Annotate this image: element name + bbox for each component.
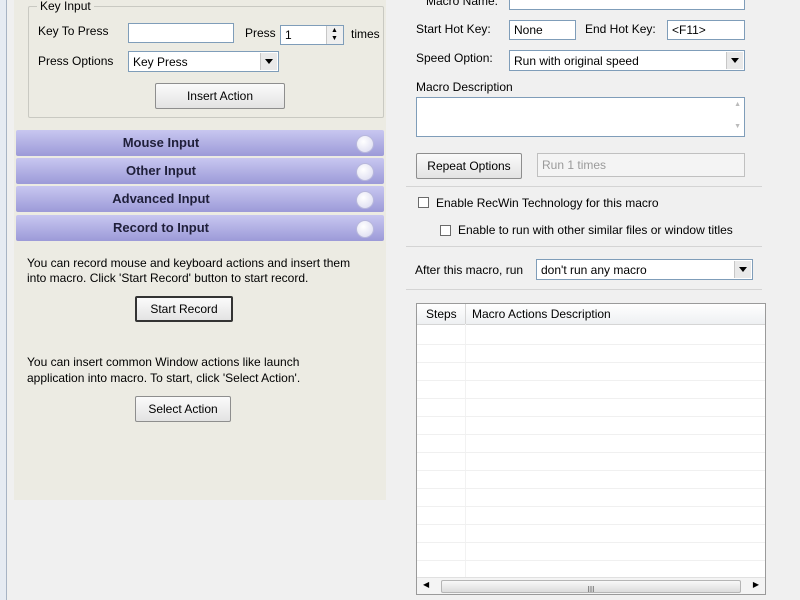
record-instructions-line2: into macro. Click 'Start Record' button … — [27, 271, 309, 285]
press-count-value: 1 — [285, 28, 292, 42]
key-to-press-input[interactable] — [128, 23, 234, 43]
row-line — [417, 506, 765, 507]
start-hotkey-label: Start Hot Key: — [416, 22, 491, 36]
press-options-value: Key Press — [133, 55, 188, 69]
scroll-right-icon[interactable]: ▶ — [753, 580, 759, 589]
press-label: Press — [245, 26, 276, 40]
after-macro-label: After this macro, run — [415, 263, 524, 277]
window-actions-line2: application into macro. To start, click … — [27, 371, 301, 385]
scroll-left-icon[interactable]: ◀ — [423, 580, 429, 589]
row-line — [417, 434, 765, 435]
select-action-button[interactable]: Select Action — [135, 396, 231, 422]
scroll-grip: III — [587, 585, 595, 594]
section-advanced-input[interactable]: Advanced Input — [16, 186, 384, 212]
row-line — [417, 560, 765, 561]
table-header: Steps Macro Actions Description — [417, 304, 765, 325]
section-other-input[interactable]: Other Input — [16, 158, 384, 184]
end-hotkey-input[interactable]: <F11> — [667, 20, 745, 40]
collapse-circle-icon[interactable] — [356, 220, 374, 238]
divider — [406, 186, 762, 187]
macro-description-label: Macro Description — [416, 80, 513, 94]
scroll-up-icon[interactable]: ▲ — [734, 101, 741, 108]
row-line — [417, 488, 765, 489]
macro-name-label: Macro Name: — [426, 0, 499, 8]
section-record-to-input[interactable]: Record to Input — [16, 215, 384, 241]
recwin-label: Enable RecWin Technology for this macro — [436, 196, 659, 210]
row-line — [417, 542, 765, 543]
start-hotkey-input[interactable]: None — [509, 20, 576, 40]
section-advanced-input-label: Advanced Input — [112, 191, 210, 206]
chevron-down-icon[interactable] — [734, 261, 751, 278]
expand-circle-icon[interactable] — [356, 163, 374, 181]
press-options-label: Press Options — [38, 54, 114, 68]
section-record-to-input-label: Record to Input — [112, 220, 210, 235]
speed-option-value: Run with original speed — [514, 54, 639, 68]
row-line — [417, 452, 765, 453]
speed-option-label: Speed Option: — [416, 51, 493, 65]
divider — [406, 246, 762, 247]
repeat-options-button[interactable]: Repeat Options — [416, 153, 522, 179]
macro-actions-table[interactable]: Steps Macro Actions Description ◀ III ▶ — [416, 303, 766, 595]
key-to-press-label: Key To Press — [38, 24, 109, 38]
horizontal-scrollbar[interactable]: ◀ III ▶ — [417, 577, 765, 594]
spin-buttons[interactable]: ▲ ▼ — [326, 26, 343, 44]
macro-description-textarea[interactable]: ▲ ▼ — [416, 97, 745, 137]
column-header-description[interactable]: Macro Actions Description — [472, 307, 611, 321]
after-macro-value: don't run any macro — [541, 263, 647, 277]
spin-up-icon[interactable]: ▲ — [331, 27, 338, 34]
divider — [406, 289, 762, 290]
window-actions-line1: You can insert common Window actions lik… — [27, 355, 300, 369]
times-label: times — [351, 27, 380, 41]
record-instructions-line1: You can record mouse and keyboard action… — [27, 256, 351, 270]
row-line — [417, 416, 765, 417]
chevron-down-icon[interactable] — [260, 53, 277, 70]
expand-circle-icon[interactable] — [356, 135, 374, 153]
repeat-summary-field: Run 1 times — [537, 153, 745, 177]
row-line — [417, 524, 765, 525]
recwin-checkbox[interactable] — [418, 197, 429, 208]
row-line — [417, 398, 765, 399]
start-record-button[interactable]: Start Record — [135, 296, 233, 322]
row-line — [417, 470, 765, 471]
similar-files-checkbox[interactable] — [440, 225, 451, 236]
similar-files-label: Enable to run with other similar files o… — [458, 223, 733, 237]
end-hotkey-label: End Hot Key: — [585, 22, 656, 36]
expand-circle-icon[interactable] — [356, 191, 374, 209]
column-divider — [465, 304, 466, 324]
speed-option-select[interactable]: Run with original speed — [509, 50, 745, 71]
scroll-thumb[interactable]: III — [441, 580, 741, 594]
scroll-down-icon[interactable]: ▼ — [734, 123, 741, 130]
press-options-select[interactable]: Key Press — [128, 51, 279, 72]
spin-down-icon[interactable]: ▼ — [331, 35, 338, 42]
column-header-steps[interactable]: Steps — [426, 307, 457, 321]
macro-name-input[interactable] — [509, 0, 745, 10]
row-line — [417, 380, 765, 381]
section-mouse-input-label: Mouse Input — [122, 135, 200, 150]
insert-action-button[interactable]: Insert Action — [155, 83, 285, 109]
press-count-stepper[interactable]: 1 ▲ ▼ — [280, 25, 344, 45]
section-other-input-label: Other Input — [125, 163, 197, 178]
row-line — [417, 344, 765, 345]
section-mouse-input[interactable]: Mouse Input — [16, 130, 384, 156]
row-line — [417, 362, 765, 363]
after-macro-select[interactable]: don't run any macro — [536, 259, 753, 280]
key-input-group-title: Key Input — [37, 0, 94, 13]
window-frame-left — [0, 0, 7, 600]
chevron-down-icon[interactable] — [726, 52, 743, 69]
